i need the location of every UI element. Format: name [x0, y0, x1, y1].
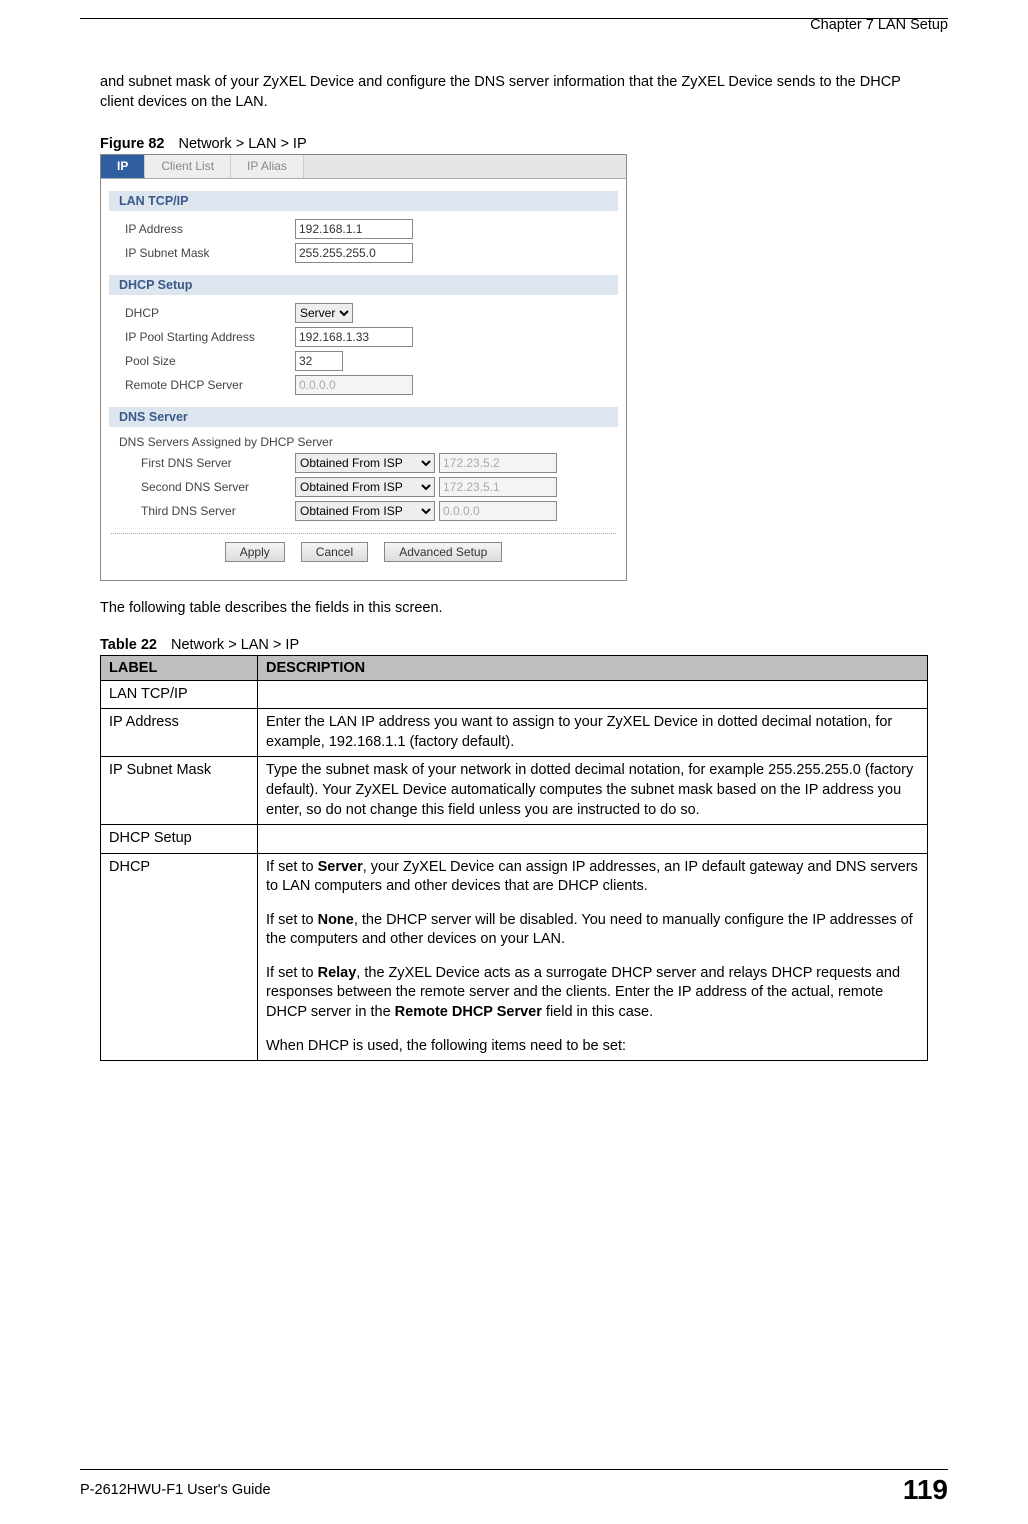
cell-label: IP Address [101, 709, 258, 757]
label-ip-pool: IP Pool Starting Address [125, 330, 295, 344]
intro-paragraph: and subnet mask of your ZyXEL Device and… [100, 73, 928, 112]
th-description: DESCRIPTION [258, 655, 928, 680]
input-ip-address[interactable] [295, 219, 413, 239]
label-ip-address: IP Address [125, 222, 295, 236]
cell-label: IP Subnet Mask [101, 757, 258, 825]
tab-ip-alias[interactable]: IP Alias [231, 155, 304, 178]
tab-client-list[interactable]: Client List [145, 155, 231, 178]
footer-page-number: 119 [903, 1474, 948, 1506]
select-dns1[interactable]: Obtained From ISP [295, 453, 435, 473]
select-dns3[interactable]: Obtained From ISP [295, 501, 435, 521]
select-dns2[interactable]: Obtained From ISP [295, 477, 435, 497]
row-ip-address: IP Address [125, 219, 626, 239]
input-dns1[interactable] [439, 453, 557, 473]
table-row: IP Subnet Mask Type the subnet mask of y… [101, 757, 928, 825]
tab-ip[interactable]: IP [101, 155, 145, 178]
row-dhcp: DHCP Server [125, 303, 626, 323]
cell-label: DHCP [101, 853, 258, 1061]
section-dns-server: DNS Server [109, 407, 618, 427]
input-ip-subnet[interactable] [295, 243, 413, 263]
row-dns2: Second DNS Server Obtained From ISP [125, 477, 626, 497]
cell-desc: Type the subnet mask of your network in … [258, 757, 928, 825]
table-caption-text: Network > LAN > IP [171, 637, 299, 653]
advanced-setup-button[interactable]: Advanced Setup [384, 542, 502, 562]
label-dhcp: DHCP [125, 306, 295, 320]
apply-button[interactable]: Apply [225, 542, 285, 562]
cell-label: DHCP Setup [101, 825, 258, 854]
row-dns1: First DNS Server Obtained From ISP [125, 453, 626, 473]
input-remote-dhcp[interactable] [295, 375, 413, 395]
label-dns1: First DNS Server [125, 456, 295, 470]
table-caption: Table 22 Network > LAN > IP [100, 637, 928, 653]
row-pool-size: Pool Size [125, 351, 626, 371]
input-pool-size[interactable] [295, 351, 343, 371]
label-dns3: Third DNS Server [125, 504, 295, 518]
row-ip-pool: IP Pool Starting Address [125, 327, 626, 347]
th-label: LABEL [101, 655, 258, 680]
cancel-button[interactable]: Cancel [301, 542, 368, 562]
label-ip-subnet: IP Subnet Mask [125, 246, 295, 260]
row-ip-subnet: IP Subnet Mask [125, 243, 626, 263]
footer-rule [80, 1469, 948, 1470]
lan-ip-screenshot: IP Client List IP Alias LAN TCP/IP IP Ad… [100, 154, 627, 581]
table-row: LAN TCP/IP [101, 680, 928, 709]
figure-caption-text: Network > LAN > IP [179, 136, 307, 152]
select-dhcp[interactable]: Server [295, 303, 353, 323]
table-row: DHCP Setup [101, 825, 928, 854]
table-label: Table 22 [100, 637, 157, 653]
cell-desc [258, 680, 928, 709]
section-lan-tcpip: LAN TCP/IP [109, 191, 618, 211]
cell-desc: Enter the LAN IP address you want to ass… [258, 709, 928, 757]
cell-desc [258, 825, 928, 854]
after-figure-paragraph: The following table describes the fields… [100, 599, 928, 619]
tab-bar: IP Client List IP Alias [101, 155, 626, 179]
cell-label: LAN TCP/IP [101, 680, 258, 709]
cell-desc-dhcp: If set to Server, your ZyXEL Device can … [258, 853, 928, 1061]
section-dhcp-setup: DHCP Setup [109, 275, 618, 295]
input-dns3[interactable] [439, 501, 557, 521]
table-row: DHCP If set to Server, your ZyXEL Device… [101, 853, 928, 1061]
footer-guide: P-2612HWU-F1 User's Guide [80, 1482, 271, 1498]
table-row: IP Address Enter the LAN IP address you … [101, 709, 928, 757]
chapter-header: Chapter 7 LAN Setup [80, 17, 948, 33]
label-dns2: Second DNS Server [125, 480, 295, 494]
row-dns3: Third DNS Server Obtained From ISP [125, 501, 626, 521]
row-remote-dhcp: Remote DHCP Server [125, 375, 626, 395]
figure-label: Figure 82 [100, 136, 164, 152]
input-ip-pool[interactable] [295, 327, 413, 347]
figure-caption: Figure 82 Network > LAN > IP [100, 136, 928, 152]
button-bar: Apply Cancel Advanced Setup [111, 533, 616, 572]
label-remote-dhcp: Remote DHCP Server [125, 378, 295, 392]
page-footer: P-2612HWU-F1 User's Guide 119 [80, 1462, 948, 1506]
label-pool-size: Pool Size [125, 354, 295, 368]
description-table: LABEL DESCRIPTION LAN TCP/IP IP Address … [100, 655, 928, 1061]
dns-assigned-header: DNS Servers Assigned by DHCP Server [119, 435, 626, 449]
input-dns2[interactable] [439, 477, 557, 497]
